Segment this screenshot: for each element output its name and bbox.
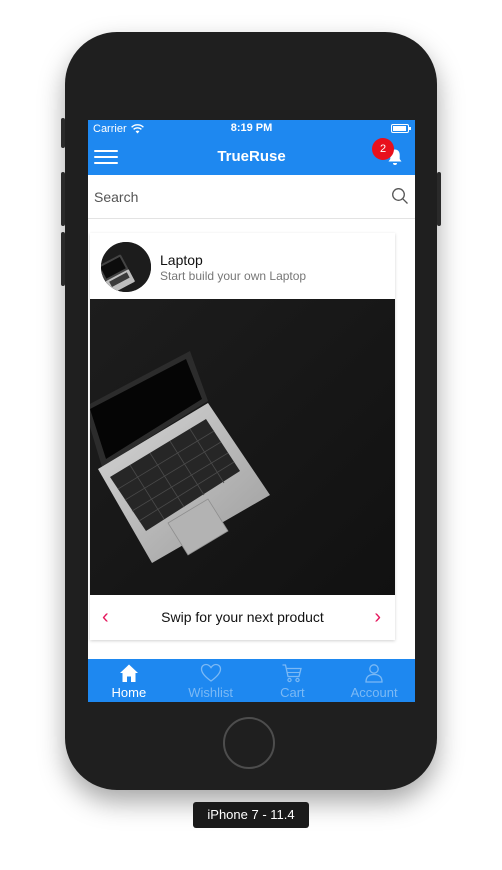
tab-label: Cart [280, 685, 305, 700]
cart-icon [282, 664, 303, 683]
bottom-tab-bar: Home Wishlist Cart Account [88, 659, 415, 702]
home-button[interactable] [223, 717, 275, 769]
swipe-hint-text: Swip for your next product [161, 609, 324, 625]
search-bar [88, 175, 415, 219]
card-subtitle: Start build your own Laptop [160, 269, 307, 283]
status-bar: Carrier 8:19 PM [88, 120, 415, 138]
app-screen: Carrier 8:19 PM TrueRuse 2 Search Laptop… [88, 120, 415, 702]
tab-home[interactable]: Home [88, 659, 170, 702]
device-caption: iPhone 7 - 11.4 [193, 802, 309, 828]
user-icon [365, 664, 383, 683]
app-title: TrueRuse [217, 148, 286, 165]
volume-down-button [61, 232, 65, 286]
product-image[interactable] [90, 299, 395, 595]
card-header: Laptop Start build your own Laptop [90, 233, 395, 299]
power-button [437, 172, 441, 226]
tab-wishlist[interactable]: Wishlist [170, 659, 252, 702]
home-icon [119, 664, 138, 682]
battery-icon [391, 124, 411, 133]
notification-badge[interactable]: 2 [372, 138, 394, 160]
search-input[interactable] [94, 185, 374, 209]
mute-switch [61, 118, 65, 148]
heart-icon [200, 663, 221, 682]
tab-label: Account [350, 685, 398, 700]
tab-label: Wishlist [188, 685, 234, 700]
category-avatar [101, 242, 151, 292]
card-footer: ‹ Swip for your next product › [90, 595, 395, 640]
simulator-stage: Carrier 8:19 PM TrueRuse 2 Search Laptop… [0, 0, 502, 870]
navigation-bar: TrueRuse [88, 138, 415, 175]
status-time: 8:19 PM [230, 122, 273, 134]
card-title: Laptop [160, 252, 203, 268]
volume-up-button [61, 172, 65, 226]
tab-label: Home [111, 685, 147, 700]
tab-account[interactable]: Account [333, 659, 415, 702]
search-icon[interactable] [391, 187, 409, 205]
tab-cart[interactable]: Cart [252, 659, 334, 702]
next-product-button[interactable]: › [374, 605, 381, 629]
product-card[interactable]: Laptop Start build your own Laptop ‹ Swi… [90, 233, 395, 640]
